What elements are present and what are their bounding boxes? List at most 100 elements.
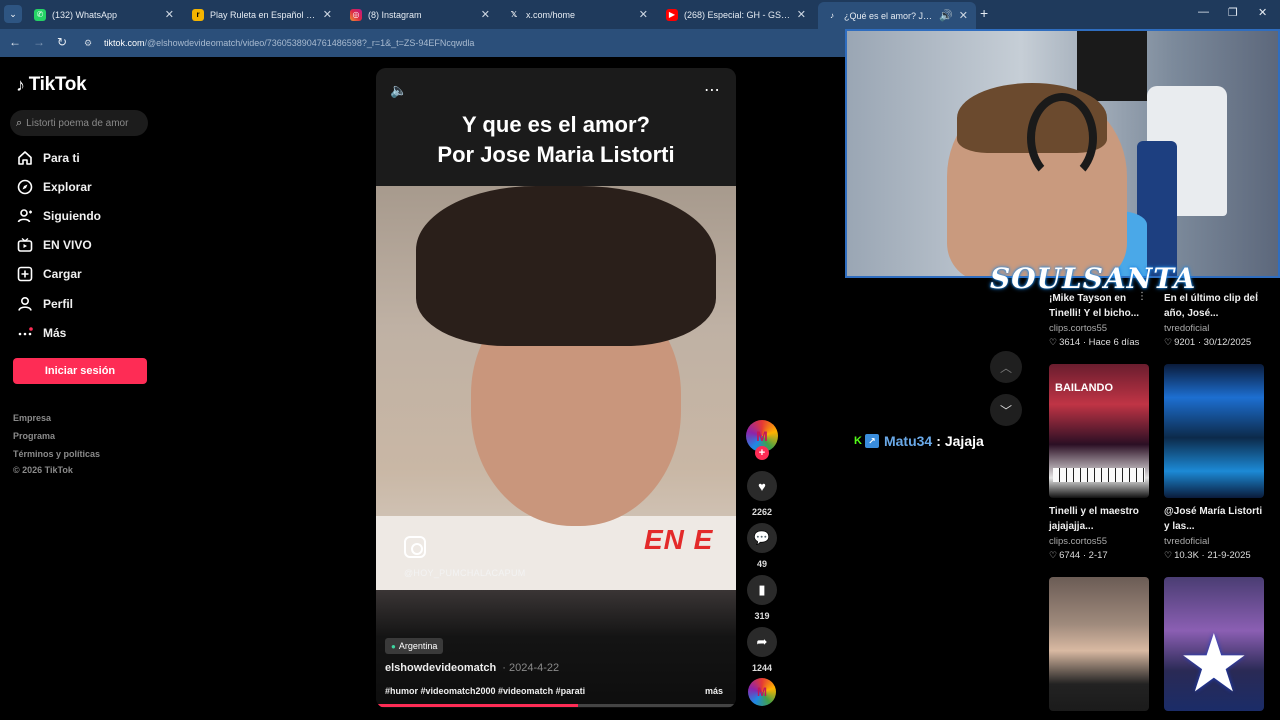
speaker-icon[interactable]: 🔈: [390, 82, 407, 99]
star-logo-icon: ★: [1178, 619, 1250, 708]
related-title[interactable]: ¡Mike Tayson en Tinelli! Y el bicho...: [1049, 291, 1149, 321]
url-field[interactable]: ⚙ tiktok.com /@elshowdevideomatch/video/…: [84, 33, 840, 53]
save-action[interactable]: ▮ 319: [746, 575, 778, 621]
close-icon[interactable]: ✕: [481, 8, 490, 21]
sidebar-item-mas[interactable]: Más: [16, 324, 66, 342]
search-icon: ⌕: [16, 116, 23, 129]
browser-tab-whatsapp[interactable]: ✆ (132) WhatsApp ✕: [26, 4, 182, 25]
share-count: 1244: [751, 663, 773, 673]
maximize-icon[interactable]: ❐: [1228, 6, 1238, 19]
author-name[interactable]: elshowdevideomatch: [385, 662, 496, 674]
related-thumbnail-5[interactable]: [1049, 577, 1149, 711]
minimize-icon[interactable]: —: [1198, 6, 1209, 18]
sidebar-item-cargar[interactable]: Cargar: [16, 265, 82, 283]
forward-icon[interactable]: →: [33, 35, 45, 49]
tiktok-icon: ♪: [16, 74, 25, 95]
footer-link-programa[interactable]: Programa: [13, 431, 55, 441]
tiktok-logo[interactable]: ♪ TikTok: [16, 74, 87, 96]
related-video-1[interactable]: ¡Mike Tayson en Tinelli! Y el bicho... c…: [1049, 291, 1149, 348]
logo-text: TikTok: [28, 74, 87, 95]
sidebar-item-siguiendo[interactable]: Siguiendo: [16, 207, 101, 225]
more-options-icon[interactable]: ⋯: [704, 80, 720, 100]
related-video-2[interactable]: En el último clip del año, José... tvred…: [1164, 291, 1264, 348]
close-icon[interactable]: ✕: [959, 9, 968, 22]
footer-link-terminos[interactable]: Términos y políticas: [13, 449, 100, 459]
reload-icon[interactable]: ↻: [57, 35, 67, 49]
copyright: © 2026 TikTok: [13, 465, 73, 475]
heart-icon: ♡: [1049, 337, 1058, 347]
close-window-icon[interactable]: ✕: [1258, 6, 1267, 19]
next-video-button[interactable]: ﹀: [990, 394, 1022, 426]
related-title[interactable]: En el último clip del año, José...: [1164, 291, 1264, 321]
browser-tab-tiktok[interactable]: ♪ ¿Qué es el amor? Jose María Listorti 🔊…: [818, 2, 976, 29]
more-description-button[interactable]: más: [705, 686, 723, 696]
search-input[interactable]: [26, 117, 137, 129]
sidebar-item-para-ti[interactable]: Para ti: [16, 149, 80, 167]
instagram-icon: [404, 536, 426, 558]
like-action[interactable]: ♥ 2262: [746, 471, 778, 517]
site-info-icon[interactable]: ⚙: [84, 38, 98, 49]
more-options-icon[interactable]: ⋮: [1252, 291, 1262, 302]
bookmark-icon[interactable]: ▮: [747, 575, 777, 605]
related-thumbnail-4[interactable]: [1164, 364, 1264, 498]
related-thumbnail-6[interactable]: ★: [1164, 577, 1264, 711]
close-icon[interactable]: ✕: [797, 8, 806, 21]
browser-tab-youtube[interactable]: ▶ (268) Especial: GH - GS / Braian ✕: [658, 4, 814, 25]
video-author[interactable]: elshowdevideomatch · 2024-4-22: [385, 662, 559, 674]
browser-tab-roobet[interactable]: r Play Ruleta en Español - Roobet ✕: [184, 4, 340, 25]
music-disc-icon[interactable]: M: [748, 678, 776, 706]
related-author[interactable]: tvredoficial: [1164, 536, 1264, 547]
related-video-3[interactable]: Tinelli y el maestro jajajajja... clips.…: [1049, 504, 1149, 561]
roobet-icon: r: [192, 8, 204, 21]
chevron-up-icon: ︿: [999, 360, 1012, 375]
chat-message: K ↗ Matu34 : Jajaja: [854, 433, 984, 449]
follow-plus-icon[interactable]: +: [755, 446, 769, 460]
more-options-icon[interactable]: ⋮: [1137, 291, 1147, 302]
tab-label: Play Ruleta en Español - Roobet: [210, 9, 317, 20]
comment-icon[interactable]: 💬: [747, 523, 777, 553]
back-icon[interactable]: ←: [9, 35, 21, 49]
browser-tab-instagram[interactable]: ◎ (8) Instagram ✕: [342, 4, 498, 25]
url-host: tiktok.com: [104, 38, 145, 48]
new-tab-button[interactable]: +: [980, 5, 988, 21]
tab-label: x.com/home: [526, 9, 576, 20]
browser-tab-x[interactable]: 𝕏 x.com/home ✕: [500, 4, 656, 25]
close-icon[interactable]: ✕: [165, 8, 174, 21]
video-caption-line-2: Por Jose Maria Listorti: [437, 142, 675, 167]
like-count: 2262: [751, 507, 773, 517]
sidebar-item-label: Explorar: [43, 180, 92, 194]
creator-avatar[interactable]: M +: [746, 420, 778, 460]
related-author[interactable]: clips.cortos55: [1049, 323, 1149, 334]
previous-video-button[interactable]: ︿: [990, 351, 1022, 383]
related-author[interactable]: clips.cortos55: [1049, 536, 1149, 547]
sidebar-item-perfil[interactable]: Perfil: [16, 295, 73, 313]
share-icon[interactable]: ➦: [747, 627, 777, 657]
related-title[interactable]: @José María Listorti y las...: [1164, 504, 1264, 534]
close-icon[interactable]: ✕: [323, 8, 332, 21]
related-video-4[interactable]: @José María Listorti y las... tvredofici…: [1164, 504, 1264, 561]
related-thumbnail-3[interactable]: BAILANDO: [1049, 364, 1149, 498]
related-author[interactable]: tvredoficial: [1164, 323, 1264, 334]
related-likes: 6744: [1059, 550, 1081, 561]
video-player[interactable]: Y que es el amor? Por Jose Maria Listort…: [376, 68, 736, 708]
video-progress-bar[interactable]: [376, 704, 736, 707]
thumbnail-label: BAILANDO: [1055, 382, 1114, 394]
speaker-icon[interactable]: 🔊: [939, 9, 953, 22]
related-date: · 21-9-2025: [1201, 550, 1251, 561]
comment-action[interactable]: 💬 49: [746, 523, 778, 569]
sidebar-item-en-vivo[interactable]: EN VIVO: [16, 236, 92, 254]
share-action[interactable]: ➦ 1244: [746, 627, 778, 673]
sidebar-item-label: Para ti: [43, 151, 80, 165]
login-button[interactable]: Iniciar sesión: [13, 358, 147, 384]
location-badge[interactable]: ● Argentina: [385, 638, 444, 654]
sidebar-item-explorar[interactable]: Explorar: [16, 178, 92, 196]
footer-link-empresa[interactable]: Empresa: [13, 413, 51, 423]
youtube-icon: ▶: [666, 8, 678, 21]
video-hashtags[interactable]: #humor #videomatch2000 #videomatch #para…: [385, 686, 685, 696]
related-title[interactable]: Tinelli y el maestro jajajajja...: [1049, 504, 1149, 534]
search-box[interactable]: ⌕: [10, 110, 148, 136]
tab-search-button[interactable]: ⌄: [4, 5, 22, 23]
profile-icon: [16, 295, 34, 313]
heart-icon[interactable]: ♥: [747, 471, 777, 501]
close-icon[interactable]: ✕: [639, 8, 648, 21]
